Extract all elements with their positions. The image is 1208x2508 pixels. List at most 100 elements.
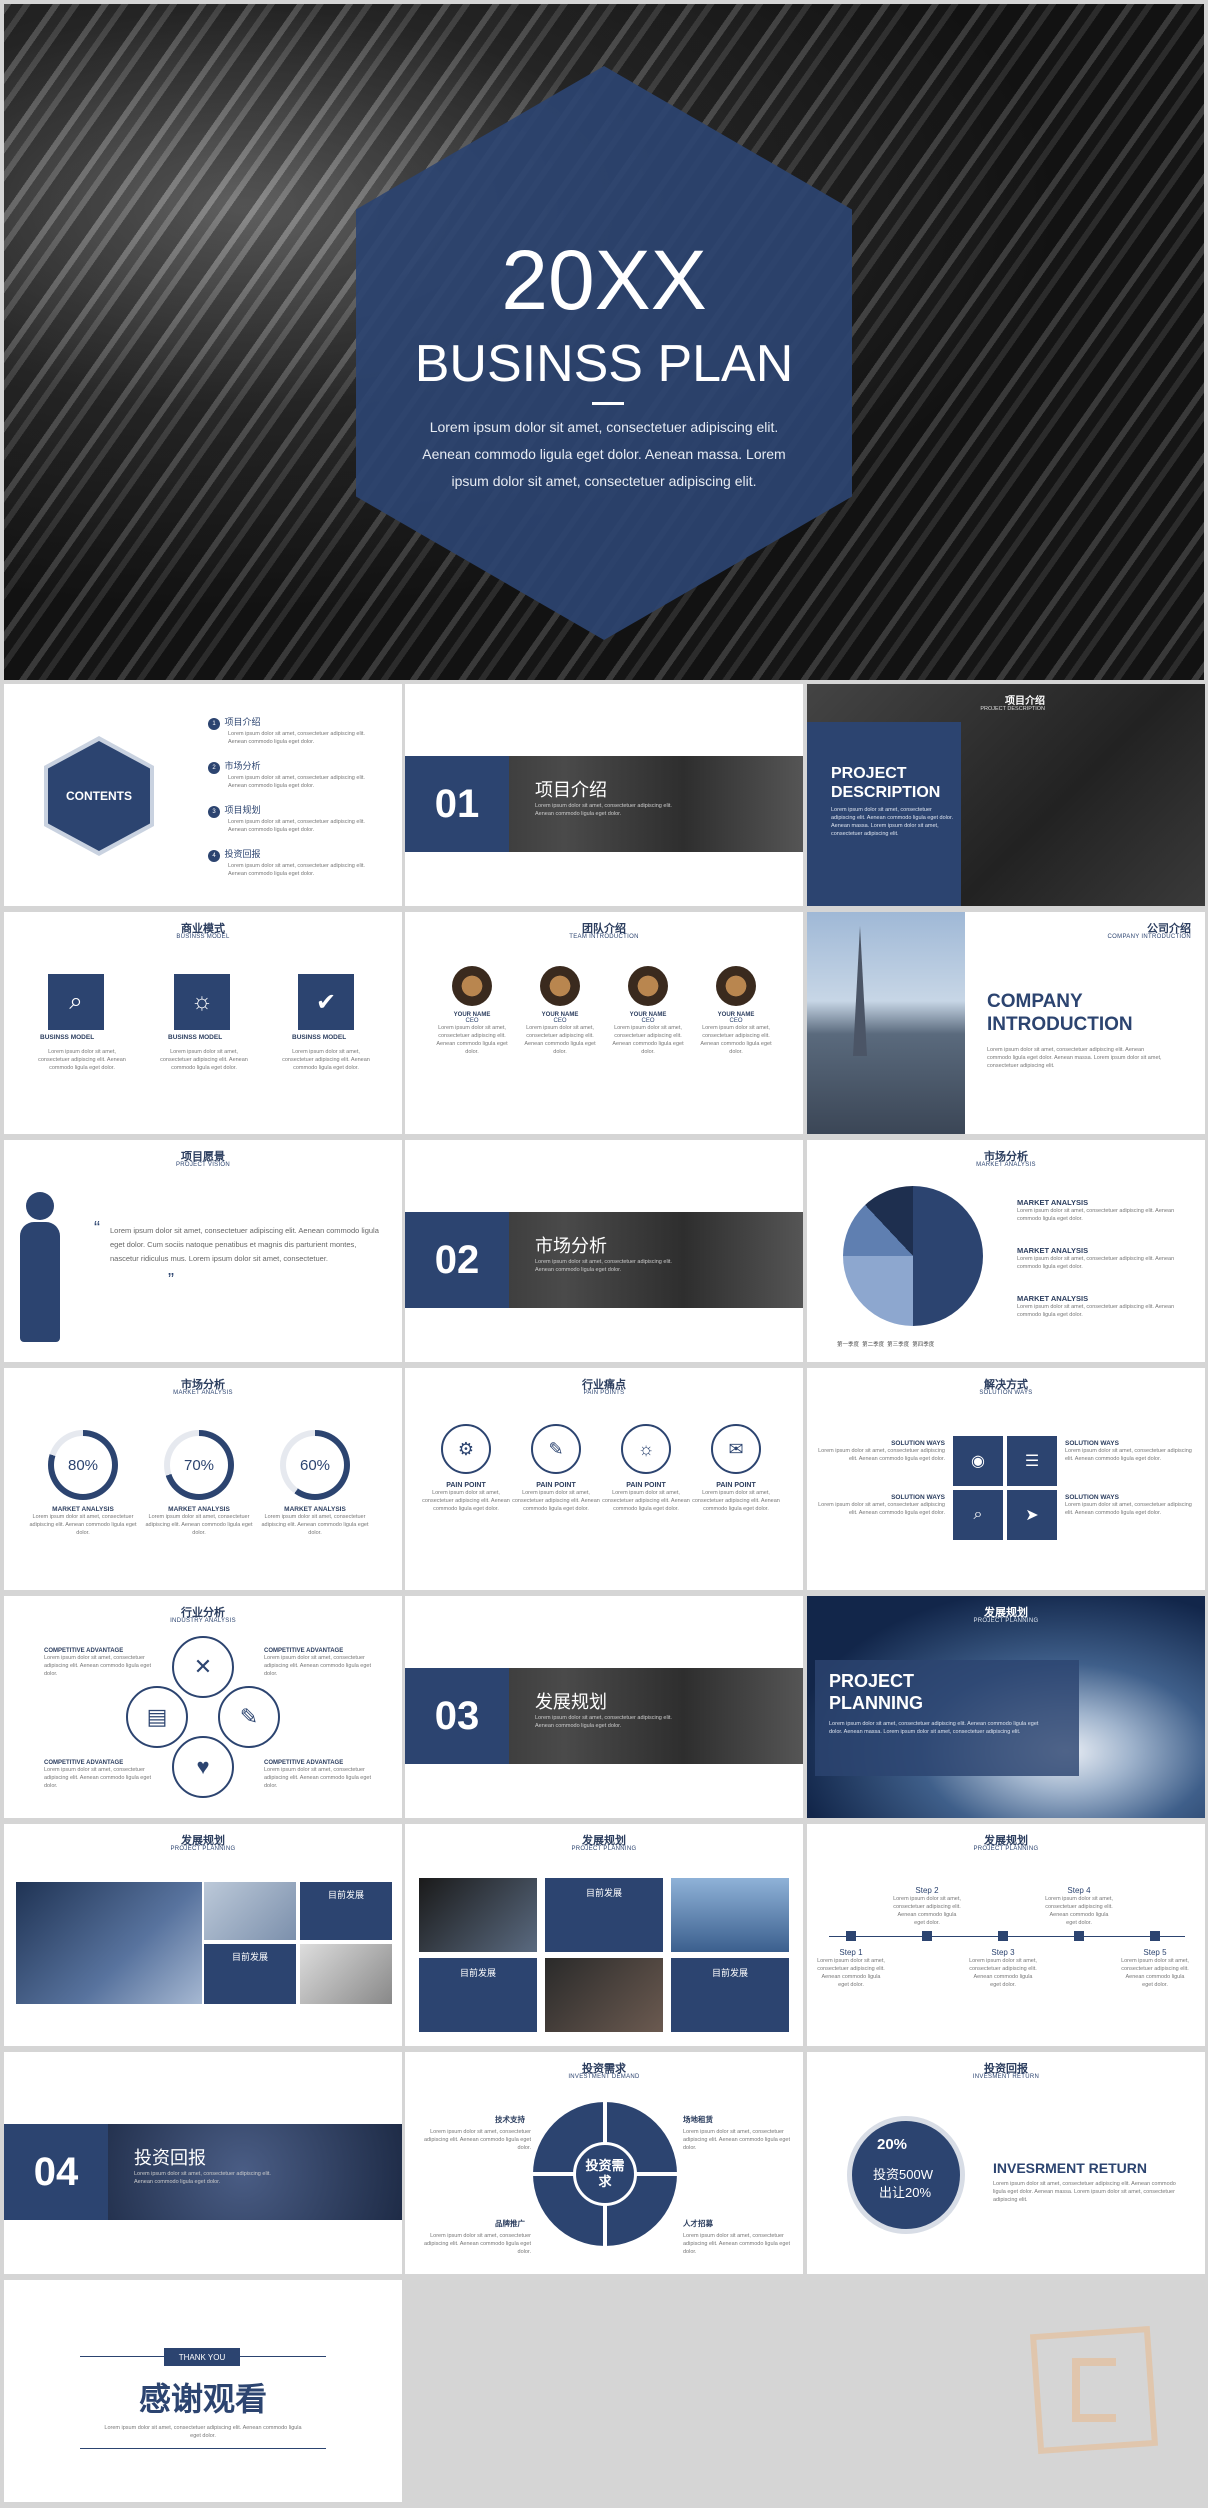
- step-desc: Lorem ipsum dolor sit amet, consectetuer…: [969, 1958, 1037, 1988]
- contents-item-desc: Lorem ipsum dolor sit amet, consectetuer…: [228, 775, 365, 789]
- analysis-item: MARKET ANALYSIS Lorem ipsum dolor sit ame…: [1017, 1246, 1187, 1294]
- dev-box: 目前发展: [545, 1878, 663, 1952]
- company-big: COMPANY INTRODUCTION: [987, 991, 1133, 1035]
- investment-demand-slide[interactable]: 投资需求 INVESTMENT DEMAND 投资需求 技术支持 场地租赁 品牌…: [405, 2052, 803, 2274]
- send-icon: ➤: [1007, 1490, 1057, 1540]
- analysis-item: MARKET ANALYSIS Lorem ipsum dolor sit ame…: [1017, 1294, 1187, 1342]
- bulb-icon: ☼: [174, 974, 230, 1030]
- analysis-label: MARKET ANALYSIS: [1017, 1294, 1089, 1303]
- member-desc: Lorem ipsum dolor sit amet, consectetuer…: [524, 1025, 596, 1055]
- solution-desc: Lorem ipsum dolor sit amet, consectetuer…: [818, 1448, 945, 1462]
- search-icon: ⌕: [48, 974, 104, 1030]
- section-desc: Lorem ipsum dolor sit amet, consectetuer…: [535, 1715, 672, 1729]
- solution-label: SOLUTION WAYS: [1065, 1440, 1119, 1447]
- business-model-slide[interactable]: 商业模式 BUSINSS MODEL ⌕ ☼ ✔ BUSINSS MODEL B…: [4, 912, 402, 1134]
- return-big: INVESRMENT RETURN: [993, 2160, 1148, 2176]
- chat-icon: ✉: [711, 1424, 761, 1474]
- thank-you-slide[interactable]: THANK YOU 感谢观看 Lorem ipsum dolor sit ame…: [4, 2280, 402, 2502]
- dev-plan-slide-a[interactable]: 发展规划 PROJECT PLANNING 目前发展 目前发展: [4, 1824, 402, 2046]
- contents-item[interactable]: 1 项目介绍 Lorem ipsum dolor sit amet, consec…: [208, 712, 368, 756]
- legend-item: 第一季度: [837, 1342, 860, 1348]
- market-pie-slide[interactable]: 市场分析 MARKET ANALYSIS 第一季度 第二季度 第三季度 第四季度…: [807, 1140, 1205, 1362]
- photo: [419, 1878, 537, 1952]
- dev-box: 目前发展: [204, 1944, 296, 2004]
- section-desc: Lorem ipsum dolor sit amet, consectetuer…: [535, 1259, 672, 1273]
- project-description-slide[interactable]: 项目介绍 PROJECT DESCRIPTION PROJECT DESCRIP…: [807, 684, 1205, 906]
- step-item: Step 4 Lorem ipsum dolor sit amet, conse…: [1045, 1886, 1113, 1927]
- contents-item[interactable]: 2 市场分析 Lorem ipsum dolor sit amet, consec…: [208, 756, 368, 800]
- section-01-slide[interactable]: 01 项目介绍 Lorem ipsum dolor sit amet, cons…: [405, 684, 803, 906]
- slide-subtitle: MARKET ANALYSIS: [976, 1162, 1036, 1168]
- pain-point: ☼ PAIN POINT Lorem ipsum dolor sit amet,…: [599, 1424, 693, 1513]
- slide-subtitle: INDUSTRY ANALYSIS: [170, 1618, 236, 1624]
- pain-desc: Lorem ipsum dolor sit amet, consectetuer…: [422, 1490, 510, 1512]
- return-body: Lorem ipsum dolor sit amet, consectetuer…: [993, 2181, 1176, 2203]
- team-slide[interactable]: 团队介绍 TEAM INTRODUCTION YOUR NAME CEO Lor…: [405, 912, 803, 1134]
- invest-desc: Lorem ipsum dolor sit amet, consectetuer…: [683, 2129, 791, 2151]
- gauge-desc: Lorem ipsum dolor sit amet, consectetuer…: [145, 1514, 253, 1536]
- advantage-desc: Lorem ipsum dolor sit amet, consectetuer…: [264, 1767, 372, 1789]
- step-label: Step 4: [1067, 1886, 1091, 1895]
- invest-desc: Lorem ipsum dolor sit amet, consectetuer…: [683, 2233, 791, 2255]
- legend-item: 第三季度: [887, 1342, 910, 1348]
- pain-label: PAIN POINT: [716, 1482, 756, 1489]
- model-desc: Lorem ipsum dolor sit amet, consectetuer…: [282, 1049, 370, 1071]
- step-desc: Lorem ipsum dolor sit amet, consectetuer…: [817, 1958, 885, 1988]
- legend-item: 第四季度: [912, 1342, 935, 1348]
- slide-subtitle: PAIN POINTS: [583, 1390, 625, 1396]
- dev-box: 目前发展: [671, 1958, 789, 2032]
- quote-close: ”: [168, 1270, 174, 1290]
- industry-slide[interactable]: 行业分析 INDUSTRY ANALYSIS ✕ ▤ ✎ ♥ COMPETITI…: [4, 1596, 402, 1818]
- step-marker: [922, 1931, 932, 1941]
- vision-quote: Lorem ipsum dolor sit amet, consectetuer…: [110, 1226, 379, 1263]
- dev-plan-slide-b[interactable]: 发展规划 PROJECT PLANNING 目前发展 目前发展 目前发展: [405, 1824, 803, 2046]
- analysis-item: MARKET ANALYSIS Lorem ipsum dolor sit ame…: [1017, 1198, 1187, 1246]
- team-member: YOUR NAME CEO Lorem ipsum dolor sit amet…: [699, 966, 773, 1056]
- gauge-block: 60% MARKET ANALYSIS Lorem ipsum dolor si…: [260, 1430, 370, 1537]
- steps-slide[interactable]: 发展规划 PROJECT PLANNING Step 1 Lorem ipsum…: [807, 1824, 1205, 2046]
- gauge-label: MARKET ANALYSIS: [284, 1506, 346, 1513]
- company-body: Lorem ipsum dolor sit amet, consectetuer…: [987, 1047, 1162, 1069]
- thanks-tag: THANK YOU: [164, 2348, 240, 2366]
- pain-points-slide[interactable]: 行业痛点 PAIN POINTS ⚙ PAIN POINT Lorem ipsu…: [405, 1368, 803, 1590]
- contents-slide[interactable]: CONTENTS 1 项目介绍 Lorem ipsum dolor sit ame…: [4, 684, 402, 906]
- slide-subtitle: BUSINSS MODEL: [176, 934, 230, 940]
- investment-return-slide[interactable]: 投资回报 INVESMENT RETURN 20% 投资500W 出让20% I…: [807, 2052, 1205, 2274]
- pain-desc: Lorem ipsum dolor sit amet, consectetuer…: [692, 1490, 780, 1512]
- invest-item: 场地租赁: [683, 2115, 713, 2124]
- section-03-slide[interactable]: 03 发展规划 Lorem ipsum dolor sit amet, cons…: [405, 1596, 803, 1818]
- contents-item[interactable]: 3 项目规划 Lorem ipsum dolor sit amet, consec…: [208, 800, 368, 844]
- desc-big: PROJECT DESCRIPTION: [831, 765, 941, 801]
- city-photo: [807, 912, 965, 1134]
- thanks-body: Lorem ipsum dolor sit amet, consectetuer…: [104, 2425, 302, 2439]
- slide-subtitle: TEAM INTRODUCTION: [569, 934, 639, 940]
- market-gauges-slide[interactable]: 市场分析 MARKET ANALYSIS 80% MARKET ANALYSIS…: [4, 1368, 402, 1590]
- section-title: 发展规划: [535, 1692, 607, 1712]
- cover-body: Lorem ipsum dolor sit amet, consectetuer…: [422, 419, 786, 489]
- section-title: 市场分析: [535, 1236, 607, 1256]
- gauge-desc: Lorem ipsum dolor sit amet, consectetuer…: [261, 1514, 369, 1536]
- sliders-icon: ☰: [1007, 1436, 1057, 1486]
- solution-slide[interactable]: 解决方式 SOLUTION WAYS ◉ ☰ ⌕ ➤ SOLUTION WAYS…: [807, 1368, 1205, 1590]
- rule-bottom: [80, 2448, 326, 2449]
- planning-wave-slide[interactable]: 发展规划 PROJECT PLANNING PROJECT PLANNING L…: [807, 1596, 1205, 1818]
- member-desc: Lorem ipsum dolor sit amet, consectetuer…: [700, 1025, 772, 1055]
- model-desc: Lorem ipsum dolor sit amet, consectetuer…: [38, 1049, 126, 1071]
- edit-icon: ✎: [218, 1686, 280, 1748]
- pain-desc: Lorem ipsum dolor sit amet, consectetuer…: [602, 1490, 690, 1512]
- business-photo: [16, 1882, 202, 2004]
- invest-item: 技术支持: [495, 2115, 525, 2124]
- model-desc: Lorem ipsum dolor sit amet, consectetuer…: [160, 1049, 248, 1071]
- section-02-slide[interactable]: 02 市场分析 Lorem ipsum dolor sit amet, cons…: [405, 1140, 803, 1362]
- step-marker: [846, 1931, 856, 1941]
- cover-divider: [592, 402, 624, 405]
- photo: [545, 1958, 663, 2032]
- cover-slide[interactable]: 20XX BUSINSS PLAN Lorem ipsum dolor sit …: [4, 4, 1204, 680]
- tools-icon: ✕: [172, 1636, 234, 1698]
- section-04-slide[interactable]: 04 投资回报 Lorem ipsum dolor sit amet, cons…: [4, 2052, 402, 2274]
- company-intro-slide[interactable]: 公司介绍 COMPANY INTRODUCTION COMPANY INTROD…: [807, 912, 1205, 1134]
- solution-item: SOLUTION WAYS Lorem ipsum dolor sit amet,…: [1065, 1494, 1193, 1517]
- return-line1: 投资500W: [873, 2167, 933, 2182]
- contents-item[interactable]: 4 投资回报 Lorem ipsum dolor sit amet, consec…: [208, 844, 368, 888]
- vision-slide[interactable]: 项目愿景 PROJECT VISION “ Lorem ipsum dolor …: [4, 1140, 402, 1362]
